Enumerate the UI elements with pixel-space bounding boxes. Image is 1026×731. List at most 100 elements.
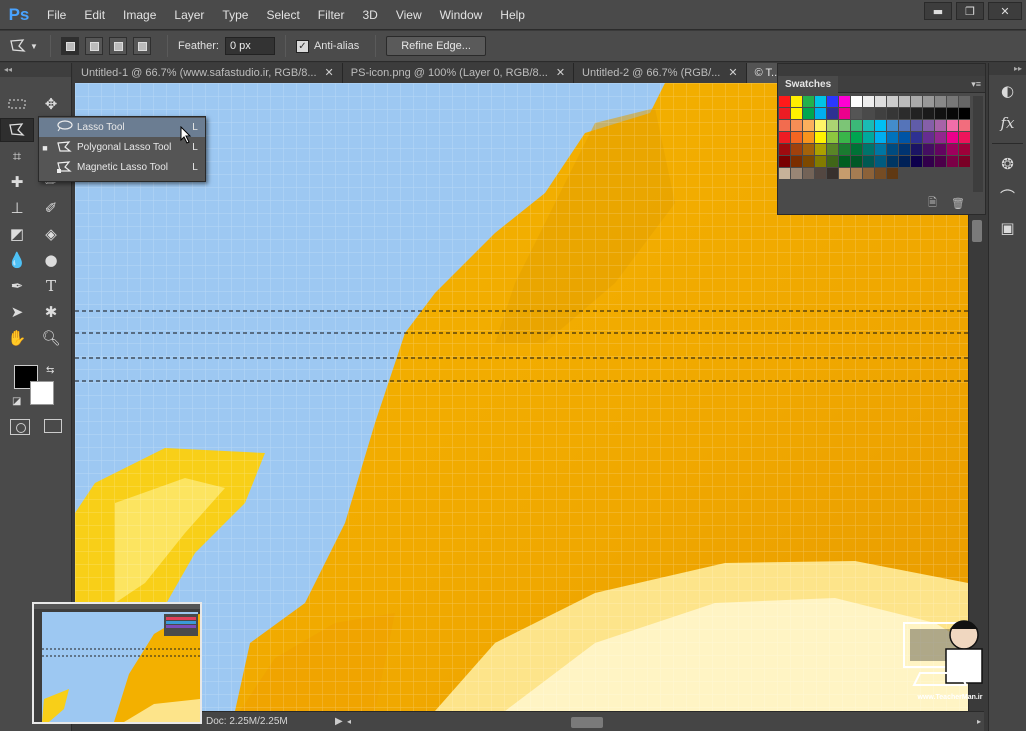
color-swatch[interactable] [803,96,814,107]
color-swatch[interactable] [935,96,946,107]
panel-collapse-bar[interactable] [778,64,985,76]
color-swatch[interactable] [887,108,898,119]
path-selection-icon[interactable]: ➤ [0,300,34,324]
feather-input[interactable] [224,37,275,55]
color-swatch[interactable] [779,144,790,155]
channels-panel-icon[interactable]: ❂ [989,148,1026,180]
clone-stamp-icon[interactable]: ⊥ [0,196,34,220]
paint-bucket-icon[interactable]: ◈ [34,222,68,246]
color-swatch[interactable] [803,120,814,131]
color-swatch[interactable] [875,120,886,131]
color-swatch[interactable] [827,96,838,107]
color-swatch[interactable] [875,156,886,167]
history-panel-icon[interactable]: ◐ [989,75,1026,107]
scroll-right-icon[interactable]: ▸ [977,717,981,726]
new-selection-button[interactable] [61,37,79,55]
tab-ps-icon[interactable]: PS-icon.png @ 100% (Layer 0, RGB/8... ✕ [342,63,575,83]
color-swatch[interactable] [851,144,862,155]
hand-tool-icon[interactable]: ✋ [0,326,34,350]
flyout-magnetic-lasso-tool[interactable]: Magnetic Lasso Tool L [39,158,205,177]
color-swatch[interactable] [779,156,790,167]
color-swatch[interactable] [791,156,802,167]
color-swatch[interactable] [899,132,910,143]
color-swatch[interactable] [863,144,874,155]
intersect-selection-button[interactable] [133,37,151,55]
color-swatch[interactable] [875,96,886,107]
color-swatch[interactable] [815,108,826,119]
pen-tool-icon[interactable]: ✒ [0,274,34,298]
polygonal-lasso-tool-icon[interactable] [0,118,34,142]
blur-tool-icon[interactable]: 💧 [0,248,34,272]
color-swatch[interactable] [851,108,862,119]
background-color[interactable] [30,381,54,405]
color-swatch[interactable] [779,168,790,179]
menu-filter[interactable]: Filter [309,0,354,30]
swatches-scrollbar[interactable] [973,96,983,192]
menu-edit[interactable]: Edit [75,0,114,30]
screen-mode-icon[interactable] [44,419,62,433]
color-swatch[interactable] [911,156,922,167]
color-swatch[interactable] [911,120,922,131]
menu-view[interactable]: View [387,0,431,30]
close-icon[interactable]: ✕ [556,63,565,83]
color-swatch[interactable] [887,144,898,155]
color-swatch[interactable] [923,120,934,131]
color-swatch[interactable] [875,132,886,143]
color-swatch[interactable] [815,168,826,179]
color-swatch[interactable] [947,132,958,143]
color-swatch[interactable] [827,168,838,179]
antialias-checkbox[interactable]: ✓ [295,39,309,53]
restore-button[interactable]: ❐ [956,2,984,20]
menu-help[interactable]: Help [491,0,534,30]
menu-select[interactable]: Select [257,0,308,30]
color-swatch[interactable] [887,96,898,107]
color-swatch[interactable] [959,108,970,119]
color-swatch[interactable] [827,144,838,155]
color-swatch[interactable] [827,132,838,143]
zoom-tool-icon[interactable]: 🔍︎ [34,326,68,350]
color-swatch[interactable] [899,144,910,155]
color-swatch[interactable] [803,144,814,155]
color-swatch[interactable] [887,120,898,131]
color-swatch[interactable] [863,132,874,143]
color-swatch[interactable] [935,120,946,131]
color-swatch[interactable] [815,144,826,155]
type-tool-icon[interactable]: T [34,274,68,298]
color-swatch[interactable] [791,144,802,155]
color-swatch[interactable] [899,120,910,131]
color-swatch[interactable] [959,96,970,107]
color-swatch[interactable] [935,132,946,143]
panel-menu-icon[interactable]: ▾≡ [971,79,981,90]
quick-mask-icon[interactable] [10,419,30,435]
color-swatch[interactable] [947,144,958,155]
color-swatch[interactable] [791,108,802,119]
vertical-scroll-thumb[interactable] [972,220,982,242]
color-swatch[interactable] [875,144,886,155]
menu-3d[interactable]: 3D [353,0,386,30]
tab-untitled-1[interactable]: Untitled-1 @ 66.7% (www.safastudio.ir, R… [73,63,343,83]
color-swatch[interactable] [923,108,934,119]
color-swatch[interactable] [947,108,958,119]
color-swatch[interactable] [839,132,850,143]
color-swatch[interactable] [827,156,838,167]
color-swatch[interactable] [875,168,886,179]
color-swatch[interactable] [791,132,802,143]
close-icon[interactable]: ✕ [325,63,334,83]
color-swatch[interactable] [899,108,910,119]
add-to-selection-button[interactable] [85,37,103,55]
color-swatch[interactable] [899,156,910,167]
color-swatch[interactable] [959,132,970,143]
color-swatch[interactable] [803,132,814,143]
color-swatch[interactable] [827,120,838,131]
menu-image[interactable]: Image [114,0,165,30]
color-swatch[interactable] [803,168,814,179]
color-swatch[interactable] [935,156,946,167]
color-swatch[interactable] [959,144,970,155]
rectangular-marquee-icon[interactable] [0,92,34,116]
color-swatch[interactable] [803,156,814,167]
default-colors-icon[interactable]: ◪ [12,396,21,407]
color-swatch[interactable] [863,168,874,179]
color-swatch[interactable] [887,168,898,179]
color-swatch[interactable] [911,96,922,107]
color-swatch[interactable] [935,108,946,119]
